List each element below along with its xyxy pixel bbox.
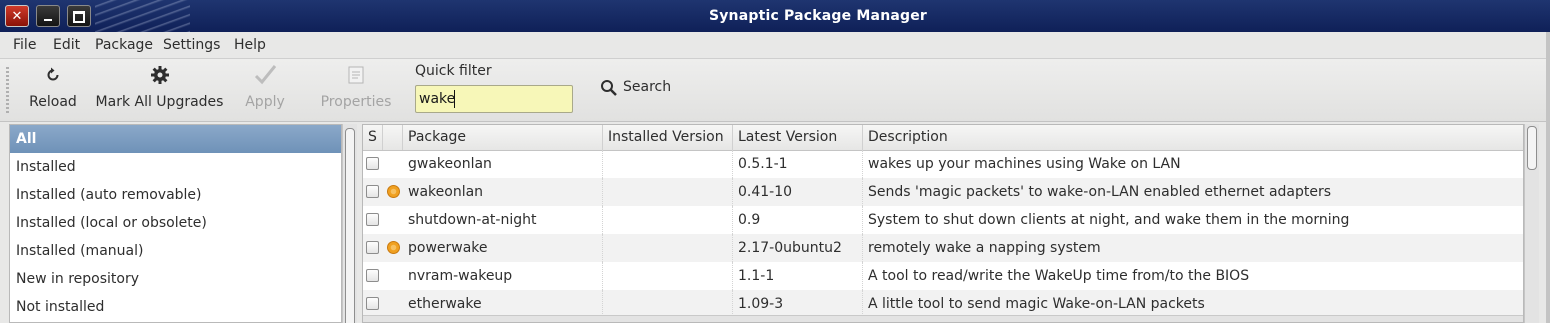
apply-label: Apply [245, 94, 285, 110]
column-header-support[interactable] [383, 125, 403, 150]
package-name: powerwake [403, 234, 603, 262]
installed-version [603, 206, 733, 234]
installed-version [603, 178, 733, 206]
text-caret [454, 90, 455, 108]
ubuntu-supported-icon [387, 241, 400, 254]
package-name: gwakeonlan [403, 150, 603, 178]
installed-version [603, 262, 733, 290]
filter-item-installed-local-or-obsolete[interactable]: Installed (local or obsolete) [10, 209, 341, 237]
package-name: etherwake [403, 290, 603, 318]
quick-filter-input[interactable] [415, 85, 573, 113]
menu-help[interactable]: Help [234, 37, 266, 53]
description: System to shut down clients at night, an… [868, 212, 1350, 228]
package-name: nvram-wakeup [403, 262, 603, 290]
ubuntu-supported-icon [387, 185, 400, 198]
quick-filter-label: Quick filter [415, 63, 492, 79]
menu-settings[interactable]: Settings [163, 37, 220, 53]
window-title: Synaptic Package Manager [708, 8, 928, 24]
reload-icon [24, 65, 82, 85]
menu-edit[interactable]: Edit [53, 37, 80, 53]
checkmark-icon [240, 65, 290, 85]
status-checkbox[interactable] [366, 185, 379, 198]
search-icon [600, 79, 618, 101]
mark-all-upgrades-button[interactable]: Mark All Upgrades [94, 59, 225, 119]
toolbar-grip[interactable] [6, 67, 9, 113]
description: remotely wake a napping system [868, 240, 1101, 256]
reload-label: Reload [29, 94, 77, 110]
filter-list-scrollbar[interactable] [342, 124, 357, 323]
menu-file[interactable]: File [13, 37, 36, 53]
table-row[interactable]: powerwake 2.17-0ubuntu2 remotely wake a … [363, 234, 1523, 262]
filter-item-installed[interactable]: Installed [10, 153, 341, 181]
window-border [1546, 32, 1550, 323]
installed-version [603, 234, 733, 262]
mark-all-upgrades-label: Mark All Upgrades [95, 94, 224, 110]
description: Sends 'magic packets' to wake-on-LAN ena… [868, 184, 1332, 200]
table-row[interactable]: gwakeonlan 0.5.1-1 wakes up your machine… [363, 150, 1523, 178]
synaptic-window: ✕ Synaptic Package Manager File Edit Pac… [0, 0, 1550, 323]
filter-item-not-installed[interactable]: Not installed [10, 293, 341, 321]
latest-version: 0.5.1-1 [733, 150, 863, 178]
package-table-horizontal-scrollbar[interactable] [363, 315, 1523, 322]
package-name: wakeonlan [403, 178, 603, 206]
latest-version: 0.9 [733, 206, 863, 234]
latest-version: 1.1-1 [733, 262, 863, 290]
title-bar[interactable]: ✕ Synaptic Package Manager [0, 0, 1550, 32]
apply-button[interactable]: Apply [240, 59, 290, 119]
gear-icon [94, 65, 225, 85]
column-header-latest-version[interactable]: Latest Version [733, 125, 863, 150]
filter-item-installed-manual[interactable]: Installed (manual) [10, 237, 341, 265]
column-header-installed-version[interactable]: Installed Version [603, 125, 733, 150]
status-checkbox[interactable] [366, 157, 379, 170]
column-header-status[interactable]: S [363, 125, 383, 150]
package-table-scrollbar[interactable] [1524, 124, 1539, 323]
filter-item-installed-auto-removable[interactable]: Installed (auto removable) [10, 181, 341, 209]
table-row[interactable]: shutdown-at-night 0.9 System to shut dow… [363, 206, 1523, 234]
description: wakes up your machines using Wake on LAN [868, 156, 1181, 172]
package-table-scroll-thumb[interactable] [1527, 126, 1537, 170]
installed-version [603, 290, 733, 318]
latest-version: 1.09-3 [733, 290, 863, 318]
filter-list-scroll-thumb[interactable] [345, 128, 355, 323]
description: A tool to read/write the WakeUp time fro… [868, 268, 1250, 284]
status-checkbox[interactable] [366, 297, 379, 310]
document-icon [318, 65, 394, 85]
menu-package[interactable]: Package [95, 37, 153, 53]
search-label: Search [623, 79, 672, 95]
package-name: shutdown-at-night [403, 206, 603, 234]
latest-version: 0.41-10 [733, 178, 863, 206]
properties-label: Properties [320, 94, 392, 110]
table-row[interactable]: nvram-wakeup 1.1-1 A tool to read/write … [363, 262, 1523, 290]
installed-version [603, 150, 733, 178]
table-row[interactable]: etherwake 1.09-3 A little tool to send m… [363, 290, 1523, 318]
latest-version: 2.17-0ubuntu2 [733, 234, 863, 262]
reload-button[interactable]: Reload [24, 59, 82, 119]
properties-button[interactable]: Properties [318, 59, 394, 119]
status-checkbox[interactable] [366, 213, 379, 226]
status-checkbox[interactable] [366, 269, 379, 282]
filter-item-all[interactable]: All [10, 125, 341, 153]
toolbar: Reload Mark All Upgrades Apply Propertie… [0, 59, 1550, 122]
filter-list: All Installed Installed (auto removable)… [9, 124, 342, 323]
status-checkbox[interactable] [366, 241, 379, 254]
package-table: S Package Installed Version Latest Versi… [362, 124, 1524, 323]
table-header: S Package Installed Version Latest Versi… [363, 125, 1523, 151]
column-header-description[interactable]: Description [863, 125, 1523, 150]
column-header-package[interactable]: Package [403, 125, 603, 150]
table-row[interactable]: wakeonlan 0.41-10 Sends 'magic packets' … [363, 178, 1523, 206]
filter-item-new-in-repository[interactable]: New in repository [10, 265, 341, 293]
description: A little tool to send magic Wake-on-LAN … [868, 296, 1205, 312]
menubar: File Edit Package Settings Help [0, 32, 1550, 59]
